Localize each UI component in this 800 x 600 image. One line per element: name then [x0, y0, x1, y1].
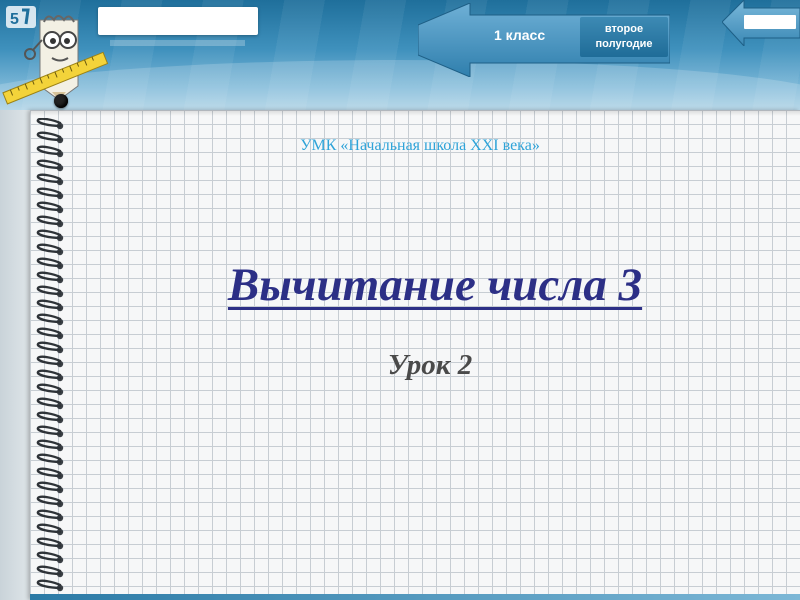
spiral-binding-icon — [36, 118, 64, 592]
header-banner: 1 класс второе полугодие — [0, 0, 800, 110]
binding-ring — [36, 425, 62, 436]
binding-ring — [36, 341, 62, 352]
binding-ring — [36, 565, 62, 576]
svg-text:5: 5 — [10, 11, 19, 28]
binding-ring — [36, 467, 62, 478]
nav-placeholder-box — [744, 15, 796, 29]
half-year-label: второе полугодие — [580, 17, 668, 57]
binding-ring — [36, 159, 62, 170]
grade-label: 1 класс — [494, 27, 546, 43]
binding-ring — [36, 229, 62, 240]
binding-ring — [36, 551, 62, 562]
binding-ring — [36, 369, 62, 380]
binding-ring — [36, 579, 62, 590]
binding-ring — [36, 187, 62, 198]
binding-ring — [36, 355, 62, 366]
binding-ring — [36, 481, 62, 492]
binding-ring — [36, 327, 62, 338]
binding-ring — [36, 453, 62, 464]
lesson-number: Урок 2 — [387, 349, 473, 381]
binding-ring — [36, 215, 62, 226]
binding-ring — [36, 439, 62, 450]
binding-ring — [36, 523, 62, 534]
logo-icon: 5 — [6, 6, 36, 28]
binding-ring — [36, 285, 62, 296]
binding-ring — [36, 243, 62, 254]
half-year-line2: полугодие — [595, 38, 653, 50]
binding-ring — [36, 495, 62, 506]
lesson-title: Вычитание числа 3 — [227, 259, 643, 311]
pushpin-icon — [54, 94, 68, 108]
title-placeholder-box — [98, 7, 258, 35]
binding-ring — [36, 509, 62, 520]
half-year-line1: второе — [604, 23, 644, 35]
binding-ring — [36, 271, 62, 282]
binding-ring — [36, 383, 62, 394]
binding-ring — [36, 411, 62, 422]
binding-ring — [36, 201, 62, 212]
binding-ring — [36, 118, 62, 128]
binding-ring — [36, 313, 62, 324]
binding-ring — [36, 131, 62, 142]
binding-ring — [36, 299, 62, 310]
binding-ring — [36, 173, 62, 184]
binding-ring — [36, 537, 62, 548]
binding-ring — [36, 145, 62, 156]
binding-ring — [36, 397, 62, 408]
program-subtitle: УМК «Начальная школа XXI века» — [300, 137, 540, 154]
binding-ring — [36, 257, 62, 268]
